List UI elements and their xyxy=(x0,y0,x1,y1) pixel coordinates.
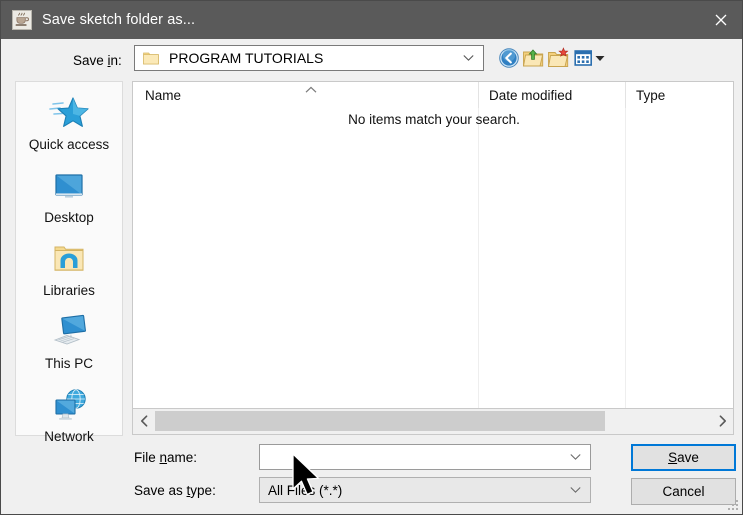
save-in-label: Save in: xyxy=(73,53,122,68)
column-divider xyxy=(625,82,626,408)
scroll-left-button[interactable] xyxy=(133,409,155,433)
libraries-folder-icon xyxy=(47,240,91,280)
caret-up-icon xyxy=(305,86,317,93)
column-header-date-modified[interactable]: Date modified xyxy=(478,82,625,108)
computer-icon xyxy=(47,313,91,353)
save-as-type-value: All Files (*.*) xyxy=(268,482,343,498)
file-name-input[interactable] xyxy=(266,445,566,469)
back-button[interactable] xyxy=(498,47,520,69)
cancel-button[interactable]: Cancel xyxy=(631,478,736,505)
java-coffee-cup-icon xyxy=(12,10,32,30)
sidebar-item-libraries[interactable]: Libraries xyxy=(16,240,122,298)
chevron-down-icon[interactable] xyxy=(570,487,581,494)
empty-list-message: No items match your search. xyxy=(348,112,520,127)
window-title: Save sketch folder as... xyxy=(42,12,196,28)
file-list[interactable]: Name Date modified Type No items match y… xyxy=(132,81,734,409)
column-divider xyxy=(478,82,479,408)
star-icon xyxy=(47,94,91,134)
sidebar-item-quick-access[interactable]: Quick access xyxy=(16,94,122,152)
column-header-label: Name xyxy=(145,87,182,103)
horizontal-scrollbar[interactable] xyxy=(132,409,734,435)
save-button[interactable]: Save xyxy=(631,444,736,471)
scrollbar-thumb[interactable] xyxy=(155,411,605,431)
file-name-label: File name: xyxy=(134,450,198,465)
sidebar-item-desktop[interactable]: Desktop xyxy=(16,167,122,225)
sidebar-item-network[interactable]: Network xyxy=(16,386,122,444)
network-globe-icon xyxy=(47,386,91,426)
scroll-right-button[interactable] xyxy=(711,409,733,433)
monitor-icon xyxy=(47,167,91,207)
up-one-level-button[interactable] xyxy=(522,47,544,69)
cancel-button-label: Cancel xyxy=(662,484,705,499)
chevron-right-icon xyxy=(719,415,726,427)
save-as-type-label: Save as type: xyxy=(134,483,216,498)
save-dialog: Save sketch folder as... Save in: PROGRA… xyxy=(0,0,743,515)
save-button-mnemonic: S xyxy=(668,450,678,465)
title-bar: Save sketch folder as... xyxy=(1,1,742,39)
save-in-value: PROGRAM TUTORIALS xyxy=(169,50,324,66)
sidebar-item-label: This PC xyxy=(44,356,93,371)
sidebar-item-label: Quick access xyxy=(28,137,110,152)
column-header-label: Type xyxy=(636,87,666,103)
view-menu-button[interactable] xyxy=(573,47,595,69)
sidebar-item-label: Libraries xyxy=(43,283,95,298)
close-icon xyxy=(715,14,727,26)
chevron-down-icon xyxy=(463,55,474,61)
new-folder-button[interactable] xyxy=(547,47,569,69)
chevron-down-icon[interactable] xyxy=(570,454,581,461)
column-header-label: Date modified xyxy=(489,87,573,103)
places-sidebar: Quick access Desktop Libraries This PC N… xyxy=(15,81,123,444)
close-button[interactable] xyxy=(698,1,742,39)
save-in-combobox[interactable]: PROGRAM TUTORIALS xyxy=(134,45,484,71)
column-header-name[interactable]: Name xyxy=(133,82,478,108)
sidebar-item-label: Network xyxy=(44,429,94,444)
folder-icon xyxy=(143,52,159,65)
resize-grip-icon[interactable] xyxy=(727,499,739,511)
sidebar-item-label: Desktop xyxy=(44,210,94,225)
file-name-combobox[interactable] xyxy=(259,444,591,470)
column-header-type[interactable]: Type xyxy=(625,82,733,108)
caret-down-icon[interactable] xyxy=(595,55,605,62)
chevron-left-icon xyxy=(140,415,147,427)
save-as-type-combobox[interactable]: All Files (*.*) xyxy=(259,477,591,503)
sidebar-item-this-pc[interactable]: This PC xyxy=(16,313,122,371)
save-button-label: ave xyxy=(677,450,699,465)
